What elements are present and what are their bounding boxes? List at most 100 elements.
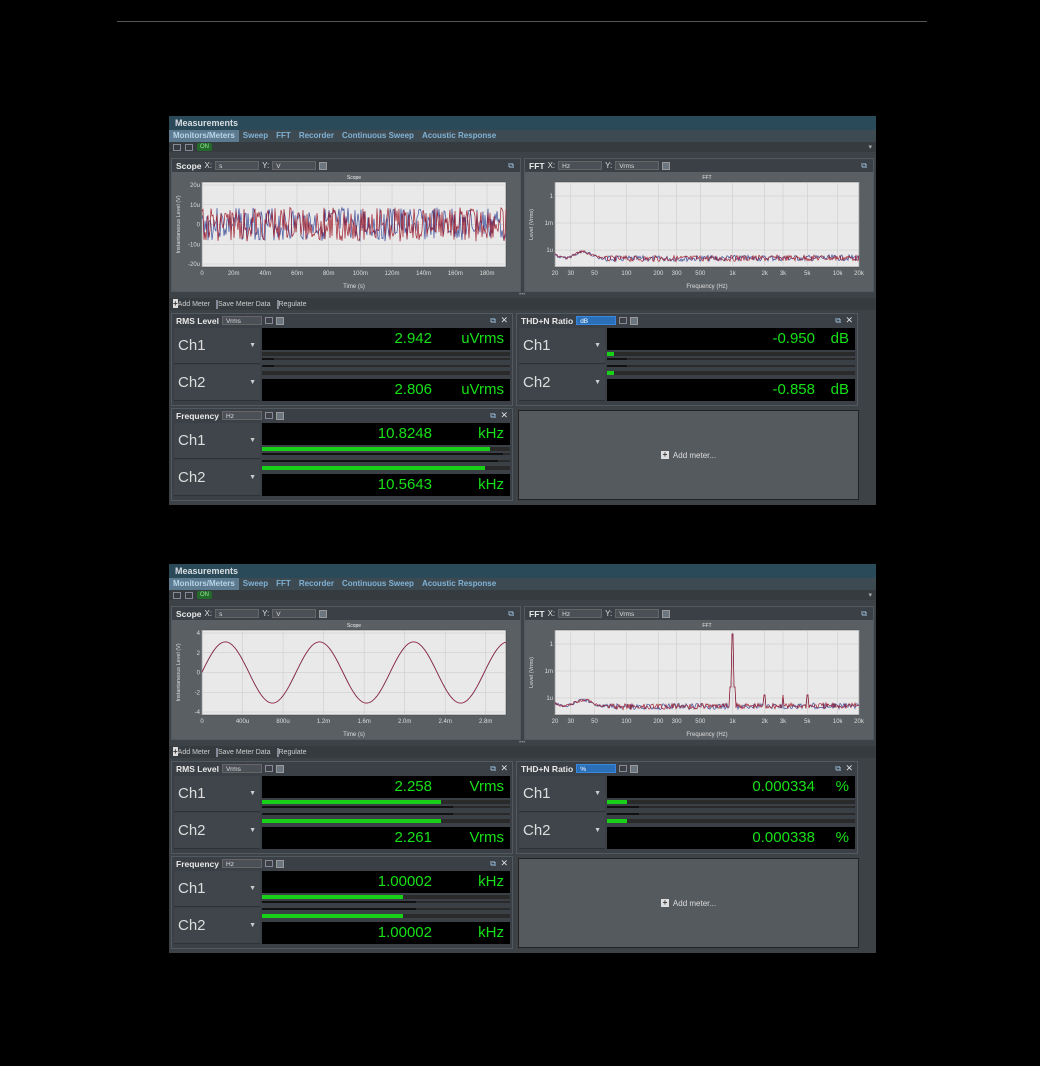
pin-icon[interactable]: ▾ bbox=[868, 143, 872, 151]
channel-select-ch2[interactable]: Ch2 ▼ bbox=[519, 365, 605, 401]
settings-icon[interactable] bbox=[276, 411, 284, 420]
thd-ratio-unit-select[interactable]: % bbox=[576, 764, 617, 773]
channel-label: Ch2 bbox=[178, 469, 206, 486]
tab-sweep[interactable]: Sweep bbox=[239, 578, 272, 590]
scope-y-unit-select[interactable]: V bbox=[272, 609, 317, 618]
popout-icon[interactable]: ⧉ bbox=[835, 764, 841, 774]
tab-sweep[interactable]: Sweep bbox=[239, 130, 272, 142]
settings-icon[interactable] bbox=[662, 609, 671, 618]
settings-icon[interactable] bbox=[319, 609, 328, 618]
scope-x-unit-select[interactable]: s bbox=[215, 161, 260, 170]
settings-icon[interactable] bbox=[276, 764, 284, 773]
channel-select-ch1[interactable]: Ch1 ▼ bbox=[174, 423, 260, 459]
readout-format-icon[interactable] bbox=[619, 765, 628, 772]
tab-fft[interactable]: FFT bbox=[272, 578, 295, 590]
readout-format-icon[interactable] bbox=[265, 412, 273, 419]
tab-fft[interactable]: FFT bbox=[272, 130, 295, 142]
readout-format-icon[interactable] bbox=[265, 317, 273, 324]
frequency-unit-select[interactable]: Hz bbox=[222, 411, 262, 420]
popout-icon[interactable]: ⧉ bbox=[861, 161, 867, 171]
rms-level-unit-select[interactable]: Vrms bbox=[222, 316, 262, 325]
add-meter-slot[interactable]: + Add meter... bbox=[518, 858, 859, 948]
thd-ratio-unit-select[interactable]: dB bbox=[576, 316, 617, 325]
scope-plot[interactable]: Scope Time (s) Instantaneous Level (V) 4 2 0 -… bbox=[172, 620, 520, 739]
popout-icon[interactable]: ⧉ bbox=[490, 764, 496, 774]
tab-recorder[interactable]: Recorder bbox=[295, 578, 338, 590]
tab-acoustic-response[interactable]: Acoustic Response bbox=[418, 130, 500, 142]
level-bar-ch2 bbox=[262, 819, 510, 823]
popout-icon[interactable]: ⧉ bbox=[490, 316, 496, 326]
layout-icon[interactable] bbox=[173, 143, 181, 151]
channel-select-ch2[interactable]: Ch2 ▼ bbox=[174, 908, 260, 944]
scope-y-unit-select[interactable]: V bbox=[272, 161, 317, 170]
scope-plot[interactable]: Scope Time (s) Instantaneous Level (V) 20u 1… bbox=[172, 172, 520, 291]
channel-select-ch1[interactable]: Ch1 ▼ bbox=[174, 871, 260, 907]
tab-monitors-meters[interactable]: Monitors/Meters bbox=[169, 578, 239, 590]
level-bar-secondary-ch2 bbox=[607, 365, 855, 367]
readout-format-icon[interactable] bbox=[265, 860, 273, 867]
meter-value: 10.8248 bbox=[377, 425, 432, 442]
channel-select-ch1[interactable]: Ch1 ▼ bbox=[519, 776, 605, 812]
readout-format-icon[interactable] bbox=[265, 765, 273, 772]
meter-value: 2.942 bbox=[394, 330, 432, 347]
close-icon[interactable]: ✕ bbox=[500, 763, 508, 774]
fft-plot[interactable]: FFT Frequency (Hz) Level (Vrms) 1 1m 1u 20 30 50… bbox=[525, 620, 873, 739]
tab-continuous-sweep[interactable]: Continuous Sweep bbox=[338, 130, 418, 142]
add-meter-button[interactable]: +Add Meter bbox=[173, 747, 210, 756]
rms-level-unit-select[interactable]: Vrms bbox=[222, 764, 262, 773]
regulate-button[interactable]: Regulate bbox=[276, 299, 307, 309]
save-meter-data-button[interactable]: Save Meter Data bbox=[215, 747, 271, 757]
settings-icon[interactable] bbox=[662, 161, 671, 170]
frequency-unit-select[interactable]: Hz bbox=[222, 859, 262, 868]
close-icon[interactable]: ✕ bbox=[845, 315, 853, 326]
grid-icon[interactable] bbox=[185, 143, 193, 151]
scope-x-unit-select[interactable]: s bbox=[215, 609, 260, 618]
pin-icon[interactable]: ▾ bbox=[868, 591, 872, 599]
popout-icon[interactable]: ⧉ bbox=[490, 859, 496, 869]
tab-monitors-meters[interactable]: Monitors/Meters bbox=[169, 130, 239, 142]
close-icon[interactable]: ✕ bbox=[500, 858, 508, 869]
close-icon[interactable]: ✕ bbox=[845, 763, 853, 774]
settings-icon[interactable] bbox=[319, 161, 328, 170]
readout-format-icon[interactable] bbox=[619, 317, 628, 324]
channel-select-ch1[interactable]: Ch1 ▼ bbox=[174, 328, 260, 364]
channel-select-ch1[interactable]: Ch1 ▼ bbox=[174, 776, 260, 812]
add-meter-slot[interactable]: + Add meter... bbox=[518, 410, 859, 500]
regulate-button[interactable]: Regulate bbox=[276, 747, 307, 757]
chevron-down-icon: ▼ bbox=[594, 790, 601, 797]
fft-panel: FFT X: Hz Y: Vrms ⧉ FFT Frequency (Hz) Level (Vr… bbox=[524, 158, 874, 292]
level-bar-ch2 bbox=[607, 371, 855, 375]
tab-recorder[interactable]: Recorder bbox=[295, 130, 338, 142]
popout-icon[interactable]: ⧉ bbox=[861, 609, 867, 619]
channel-select-ch2[interactable]: Ch2 ▼ bbox=[174, 460, 260, 496]
tab-continuous-sweep[interactable]: Continuous Sweep bbox=[338, 578, 418, 590]
close-icon[interactable]: ✕ bbox=[500, 410, 508, 421]
channel-select-ch2[interactable]: Ch2 ▼ bbox=[174, 813, 260, 849]
settings-icon[interactable] bbox=[630, 764, 639, 773]
save-meter-data-button[interactable]: Save Meter Data bbox=[215, 299, 271, 309]
fft-x-unit-select[interactable]: Hz bbox=[558, 161, 603, 170]
grid-icon[interactable] bbox=[185, 591, 193, 599]
on-toggle-button[interactable]: ON bbox=[197, 143, 212, 151]
popout-icon[interactable]: ⧉ bbox=[835, 316, 841, 326]
x-tick-label: 800u bbox=[276, 719, 289, 725]
fft-y-unit-select[interactable]: Vrms bbox=[615, 161, 660, 170]
close-icon[interactable]: ✕ bbox=[500, 315, 508, 326]
channel-select-ch2[interactable]: Ch2 ▼ bbox=[174, 365, 260, 401]
channel-select-ch1[interactable]: Ch1 ▼ bbox=[519, 328, 605, 364]
on-toggle-button[interactable]: ON bbox=[197, 591, 212, 599]
fft-plot[interactable]: FFT Frequency (Hz) Level (Vrms) 1 1m 1u 20 30 50… bbox=[525, 172, 873, 291]
fft-y-unit-select[interactable]: Vrms bbox=[615, 609, 660, 618]
popout-icon[interactable]: ⧉ bbox=[508, 161, 514, 171]
add-meter-button[interactable]: +Add Meter bbox=[173, 299, 210, 308]
tab-acoustic-response[interactable]: Acoustic Response bbox=[418, 578, 500, 590]
fft-x-unit-select[interactable]: Hz bbox=[558, 609, 603, 618]
settings-icon[interactable] bbox=[276, 316, 284, 325]
popout-icon[interactable]: ⧉ bbox=[490, 411, 496, 421]
settings-icon[interactable] bbox=[630, 316, 639, 325]
settings-icon[interactable] bbox=[276, 859, 284, 868]
popout-icon[interactable]: ⧉ bbox=[508, 609, 514, 619]
channel-label: Ch1 bbox=[178, 337, 206, 354]
layout-icon[interactable] bbox=[173, 591, 181, 599]
channel-select-ch2[interactable]: Ch2 ▼ bbox=[519, 813, 605, 849]
